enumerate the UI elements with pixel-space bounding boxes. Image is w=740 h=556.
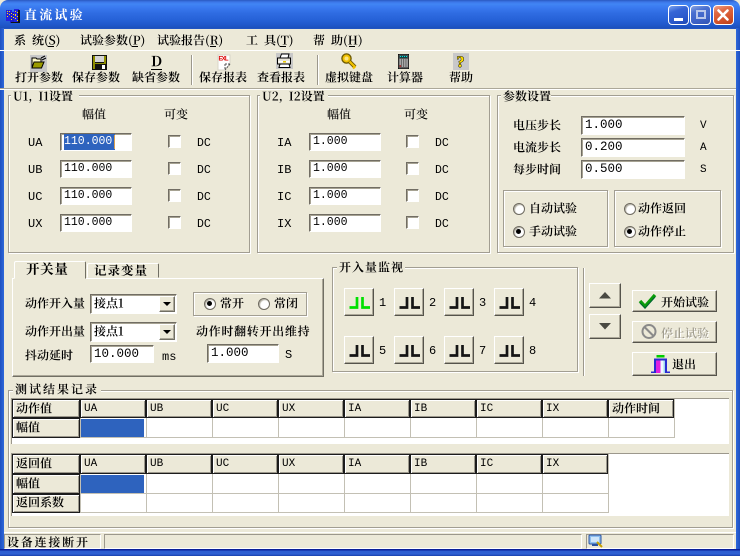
svg-text:EXL: EXL [219, 57, 229, 63]
svg-text:?: ? [457, 54, 465, 70]
